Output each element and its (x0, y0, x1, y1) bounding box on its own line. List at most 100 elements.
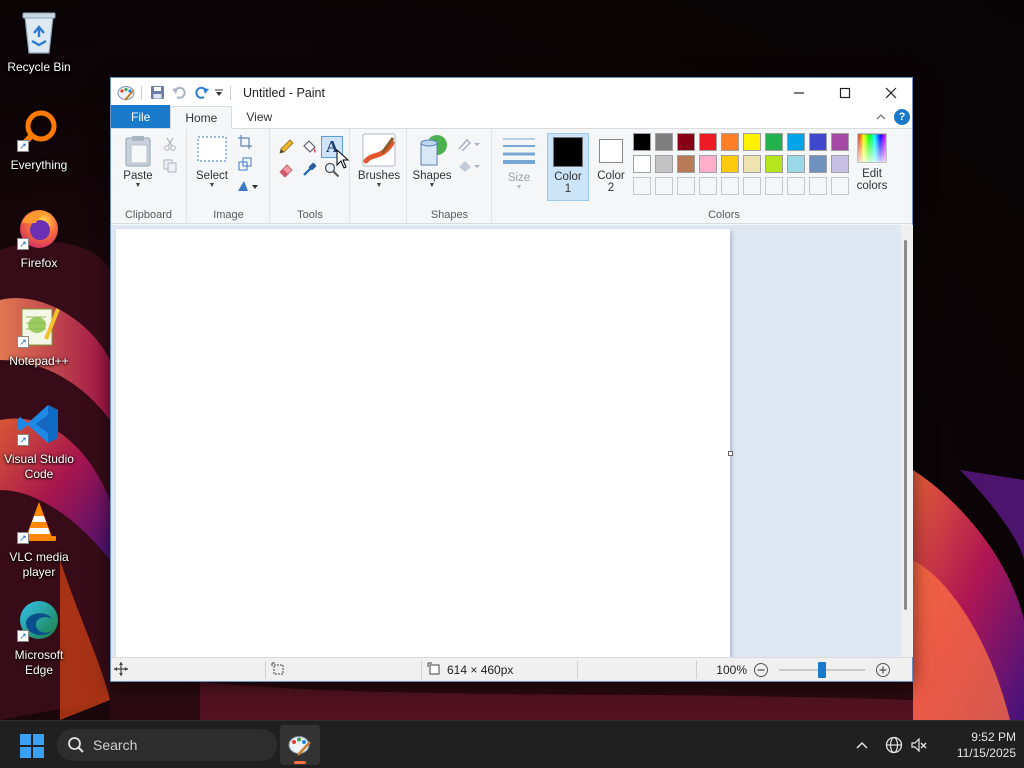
palette-swatch[interactable] (831, 133, 849, 151)
custom-color-slot[interactable] (699, 177, 717, 195)
zoom-in-button[interactable] (875, 662, 891, 678)
palette-swatch[interactable] (831, 155, 849, 173)
palette-swatch[interactable] (721, 133, 739, 151)
palette-swatch[interactable] (743, 133, 761, 151)
volume-muted-icon[interactable] (908, 721, 930, 768)
desktop-icon-firefox[interactable]: ↗ Firefox (0, 204, 78, 271)
save-icon[interactable] (146, 82, 168, 104)
canvas-resize-handle-right[interactable] (728, 451, 733, 456)
zoom-slider-thumb[interactable] (818, 662, 826, 678)
tab-home[interactable]: Home (170, 106, 233, 129)
cut-icon[interactable] (159, 133, 181, 155)
desktop-icon-recycle-bin[interactable]: Recycle Bin (0, 8, 78, 75)
fill-icon[interactable] (456, 155, 482, 177)
close-button[interactable] (868, 78, 914, 107)
drawing-canvas[interactable] (116, 229, 730, 657)
vertical-scrollbar[interactable] (901, 225, 913, 657)
colors-group: Color 1 Color 2 Edit colors Colors (546, 129, 902, 224)
color-picker-icon[interactable] (298, 159, 320, 181)
scrollbar-thumb[interactable] (904, 240, 907, 610)
palette-swatch[interactable] (699, 155, 717, 173)
rotate-icon[interactable] (234, 175, 262, 197)
brushes-button[interactable]: Brushes ▼ (355, 133, 403, 190)
shapes-icon (415, 133, 449, 170)
maximize-button[interactable] (822, 78, 868, 107)
network-globe-icon[interactable] (883, 721, 905, 768)
custom-color-slot[interactable] (633, 177, 651, 195)
color1-label: Color (554, 171, 582, 183)
custom-color-slot[interactable] (765, 177, 783, 195)
shortcut-arrow-icon: ↗ (17, 140, 29, 152)
custom-color-slot[interactable] (677, 177, 695, 195)
desktop-icon-vscode[interactable]: ↗ Visual Studio Code (0, 400, 78, 482)
palette-swatch[interactable] (699, 133, 717, 151)
custom-color-slot[interactable] (721, 177, 739, 195)
show-hidden-icons-button[interactable] (852, 721, 872, 768)
palette-swatch[interactable] (655, 155, 673, 173)
eraser-icon[interactable] (275, 159, 297, 181)
size-button[interactable]: Size ▼ (497, 135, 541, 192)
copy-icon[interactable] (159, 155, 181, 177)
palette-swatch[interactable] (787, 133, 805, 151)
tab-view[interactable]: View (232, 106, 286, 128)
edit-colors-button[interactable]: Edit colors (852, 133, 892, 192)
palette-swatch[interactable] (721, 155, 739, 173)
palette-swatch[interactable] (787, 155, 805, 173)
custom-color-slot[interactable] (809, 177, 827, 195)
custom-color-slot[interactable] (831, 177, 849, 195)
palette-swatch[interactable] (743, 155, 761, 173)
zoom-out-button[interactable] (753, 662, 769, 678)
start-button[interactable] (20, 734, 44, 761)
palette-swatch[interactable] (677, 133, 695, 151)
taskbar-paint-button[interactable] (280, 725, 320, 765)
image-size-text: 614 × 460px (447, 663, 514, 677)
paste-label: Paste (123, 170, 153, 182)
color2-button[interactable]: Color 2 (592, 133, 630, 201)
custom-color-slot[interactable] (655, 177, 673, 195)
resize-icon[interactable] (234, 153, 256, 175)
redo-icon[interactable] (190, 82, 212, 104)
select-button[interactable]: Select ▼ (194, 135, 230, 190)
cursor-position-icon (114, 662, 128, 679)
palette-swatch[interactable] (809, 155, 827, 173)
paint-app-icon[interactable] (115, 82, 137, 104)
palette-swatch[interactable] (633, 155, 651, 173)
pencil-icon[interactable] (275, 136, 297, 158)
desktop-icon-label: Notepad++ (9, 354, 69, 368)
window-title: Untitled - Paint (243, 85, 325, 100)
desktop-icon-notepadpp[interactable]: ↗ Notepad++ (0, 302, 78, 369)
custom-color-slot[interactable] (743, 177, 761, 195)
desktop-icon-edge[interactable]: ↗ Microsoft Edge (0, 596, 78, 678)
outline-icon[interactable] (456, 133, 482, 155)
minimize-button[interactable] (776, 78, 822, 107)
palette-swatch[interactable] (809, 133, 827, 151)
desktop-icon-everything[interactable]: ↗ Everything (0, 106, 78, 173)
active-app-indicator (294, 761, 306, 764)
color1-button[interactable]: Color 1 (547, 133, 589, 201)
palette-swatch[interactable] (655, 133, 673, 151)
status-separator (577, 661, 578, 679)
shortcut-arrow-icon: ↗ (17, 238, 29, 250)
edit-colors-label: Edit (862, 168, 882, 180)
clock[interactable]: 9:52 PM 11/15/2025 (936, 721, 1016, 768)
chevron-down-icon: ▼ (515, 184, 523, 191)
crop-icon[interactable] (234, 131, 256, 153)
fill-bucket-icon[interactable] (298, 136, 320, 158)
help-icon[interactable]: ? (894, 109, 910, 125)
palette-swatch[interactable] (765, 133, 783, 151)
tab-file[interactable]: File (111, 105, 171, 128)
paste-button[interactable]: Paste ▼ (119, 135, 157, 190)
custom-color-slot[interactable] (787, 177, 805, 195)
taskbar-search[interactable]: Search (57, 729, 277, 761)
minimize-ribbon-icon[interactable] (874, 110, 888, 124)
title-bar[interactable]: Untitled - Paint (111, 78, 912, 107)
undo-icon[interactable] (168, 82, 190, 104)
palette-swatch[interactable] (765, 155, 783, 173)
shapes-button[interactable]: Shapes ▼ (410, 133, 454, 190)
palette-swatch[interactable] (677, 155, 695, 173)
search-icon (67, 736, 85, 754)
image-group: Select ▼ Image (188, 129, 270, 224)
desktop-icon-vlc[interactable]: ↗ VLC media player (0, 498, 78, 580)
palette-swatch[interactable] (633, 133, 651, 151)
customize-quick-access-icon[interactable] (212, 82, 226, 104)
